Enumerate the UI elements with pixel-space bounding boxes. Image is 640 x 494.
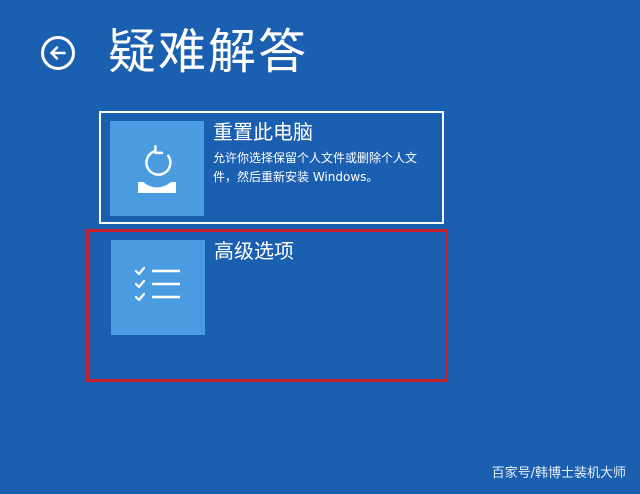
reset-pc-description: 允许你选择保留个人文件或删除个人文件，然后重新安装 Windows。: [213, 151, 418, 184]
page-title: 疑难解答: [108, 24, 309, 80]
back-button[interactable]: [41, 36, 75, 70]
advanced-options-icon-box: [111, 240, 205, 335]
reset-pc-option[interactable]: 重置此电脑 允许你选择保留个人文件或删除个人文件，然后重新安装 Windows。: [99, 111, 444, 224]
advanced-options-title: 高级选项: [214, 239, 294, 263]
advanced-options-option[interactable]: 高级选项: [86, 229, 448, 382]
reset-pc-icon: [138, 145, 176, 193]
reset-pc-title: 重置此电脑: [213, 120, 313, 144]
back-arrow-icon: [50, 46, 66, 60]
watermark: 百家号/韩博士装机大师: [491, 466, 626, 481]
checklist-icon: [134, 266, 180, 302]
reset-pc-icon-box: [110, 121, 204, 216]
